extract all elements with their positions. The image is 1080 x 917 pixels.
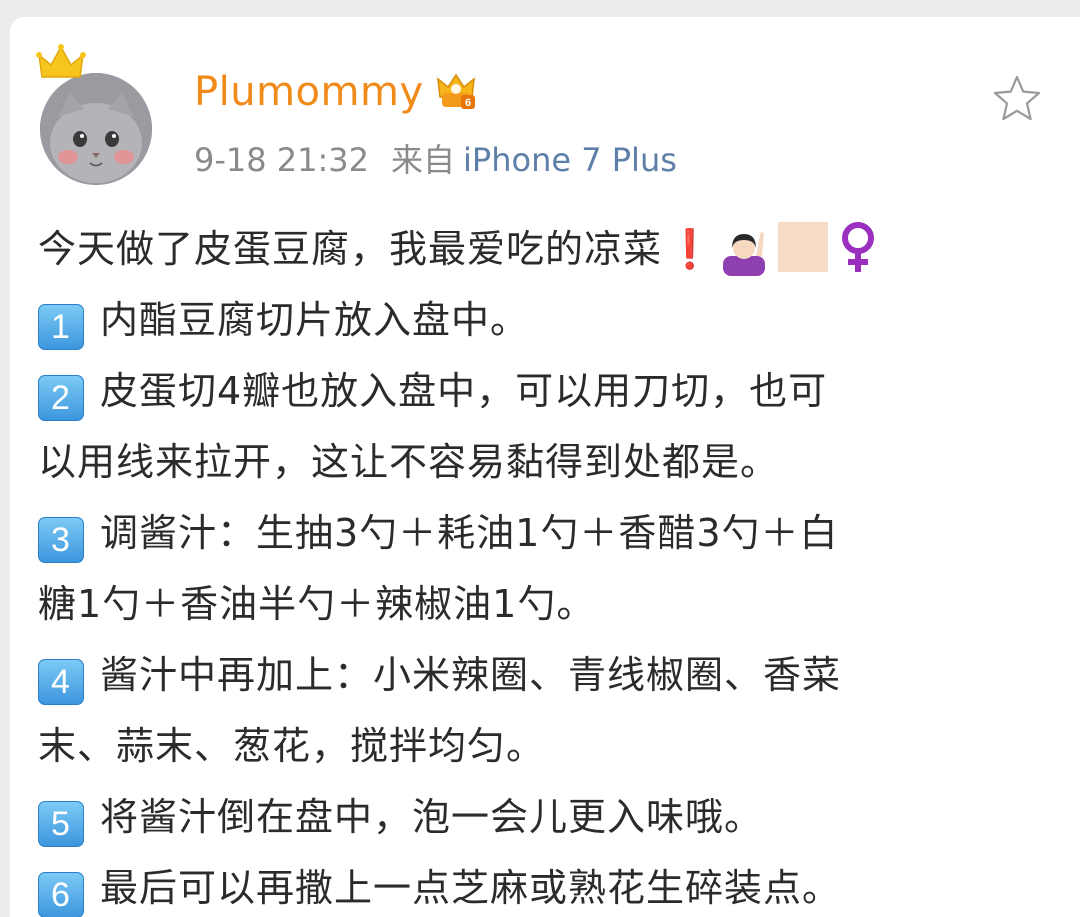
- raising-hand-emoji-icon: [723, 231, 766, 276]
- vip-level-text: 6: [465, 97, 471, 109]
- step-text: 内酯豆腐切片放入盘中。: [100, 298, 530, 342]
- post-meta: 9-18 21:32 来自 iPhone 7 Plus: [194, 135, 677, 181]
- source-label: 来自: [391, 141, 456, 179]
- female-sign-icon: [842, 222, 875, 272]
- step-text: 最后可以再撒上一点芝麻或熟花生碎装点。: [100, 866, 842, 910]
- favorite-star-icon[interactable]: [990, 72, 1044, 126]
- step-number-badge: 5: [38, 801, 84, 847]
- post-content: 今天做了皮蛋豆腐，我最爱吃的凉菜 ❗ 1 内酯豆腐切片放入盘中。 2 皮蛋切4瓣也放入…: [38, 214, 1038, 917]
- intro-text: 今天做了皮蛋豆腐，我最爱吃的凉菜: [38, 227, 663, 271]
- step-line: 6 最后可以再撒上一点芝麻或熟花生碎装点。: [38, 853, 1038, 917]
- step-number-badge: 6: [38, 872, 84, 917]
- avatar-wrap[interactable]: [36, 43, 154, 185]
- step-line: 2 皮蛋切4瓣也放入盘中，可以用刀切，也可: [38, 356, 1038, 427]
- step-text: 以用线来拉开，这让不容易黏得到处都是。: [38, 440, 780, 484]
- username[interactable]: Plumommy: [194, 69, 424, 115]
- intro-line: 今天做了皮蛋豆腐，我最爱吃的凉菜 ❗: [38, 214, 1038, 285]
- skin-tone-modifier-icon: [778, 222, 829, 272]
- step-line-continued: 末、蒜末、葱花，搅拌均匀。: [38, 711, 1038, 782]
- step-number-badge: 3: [38, 517, 84, 563]
- step-number-badge: 2: [38, 375, 84, 421]
- avatar[interactable]: [40, 73, 152, 185]
- source-device-link[interactable]: iPhone 7 Plus: [463, 141, 677, 179]
- vip-crown-badge-icon[interactable]: 6: [434, 69, 478, 113]
- step-text: 调酱汁：生抽3勺＋耗油1勺＋香醋3勺＋白: [100, 511, 839, 555]
- step-text: 将酱汁倒在盘中，泡一会儿更入味哦。: [100, 795, 764, 839]
- step-text: 皮蛋切4瓣也放入盘中，可以用刀切，也可: [100, 369, 828, 413]
- step-line-continued: 以用线来拉开，这让不容易黏得到处都是。: [38, 427, 1038, 498]
- exclamation-emoji: ❗: [666, 227, 715, 271]
- crown-icon: [36, 44, 86, 78]
- step-line: 3 调酱汁：生抽3勺＋耗油1勺＋香醋3勺＋白: [38, 498, 1038, 569]
- step-text: 末、蒜末、葱花，搅拌均匀。: [38, 724, 546, 768]
- step-text: 酱汁中再加上：小米辣圈、青线椒圈、香菜: [100, 653, 842, 697]
- step-line-continued: 糖1勺＋香油半勺＋辣椒油1勺。: [38, 569, 1038, 640]
- step-number-badge: 4: [38, 659, 84, 705]
- step-number-badge: 1: [38, 304, 84, 350]
- weibo-post-card: Plumommy 6 9-18 21:32 来自 iPhone 7 Plus 今天做…: [10, 17, 1080, 917]
- cat-avatar-image: [40, 73, 152, 185]
- step-line: 5 将酱汁倒在盘中，泡一会儿更入味哦。: [38, 782, 1038, 853]
- step-line: 4 酱汁中再加上：小米辣圈、青线椒圈、香菜: [38, 640, 1038, 711]
- step-line: 1 内酯豆腐切片放入盘中。: [38, 285, 1038, 356]
- step-text: 糖1勺＋香油半勺＋辣椒油1勺。: [38, 582, 596, 626]
- post-time: 9-18 21:32: [194, 141, 370, 179]
